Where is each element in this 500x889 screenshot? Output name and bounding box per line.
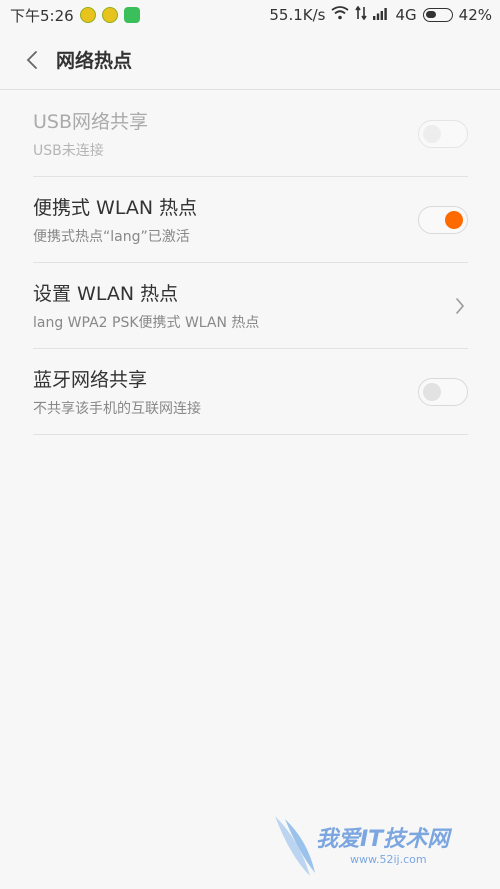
toggle-knob	[445, 210, 463, 229]
battery-icon	[422, 8, 453, 22]
portable-hotspot-toggle[interactable]	[418, 205, 468, 234]
status-right: 55.1K/s 4G 42%	[269, 5, 492, 24]
watermark-text: 我爱IT技术网	[316, 827, 450, 852]
signal-icon	[373, 6, 389, 24]
app-notification-icon	[101, 7, 118, 23]
row-title: 便携式 WLAN 热点	[33, 197, 198, 219]
network-type: 4G	[395, 6, 417, 24]
row-title: USB网络共享	[33, 111, 149, 133]
data-transfer-icon	[355, 5, 368, 24]
status-left: 下午5:26	[10, 5, 140, 26]
network-speed: 55.1K/s	[269, 6, 326, 24]
row-subtitle: 便携式热点“lang”已激活	[33, 229, 190, 245]
usb-tethering-toggle	[418, 119, 468, 148]
status-bar: 下午5:26 55.1K/s 4G 42%	[0, 0, 500, 30]
watermark-url: www.52ij.com	[350, 853, 427, 866]
battery-level: 42%	[458, 6, 492, 24]
chevron-right-icon	[452, 294, 468, 318]
toggle-knob	[423, 382, 441, 401]
row-title: 蓝牙网络共享	[33, 369, 148, 391]
bluetooth-tethering-row[interactable]: 蓝牙网络共享 不共享该手机的互联网连接	[33, 349, 468, 435]
toggle-knob	[423, 124, 441, 143]
app-notification-icon	[79, 7, 96, 23]
status-time: 下午5:26	[10, 6, 74, 25]
page-title: 网络热点	[56, 50, 133, 72]
chevron-left-icon	[26, 50, 37, 69]
android-notification-icon	[123, 7, 140, 23]
bluetooth-tethering-toggle[interactable]	[418, 377, 468, 406]
back-button[interactable]	[20, 45, 44, 75]
settings-list: USB网络共享 USB未连接 便携式 WLAN 热点 便携式热点“lang”已激…	[33, 91, 468, 435]
usb-tethering-row: USB网络共享 USB未连接	[33, 91, 468, 177]
row-subtitle: 不共享该手机的互联网连接	[33, 401, 201, 417]
row-subtitle: USB未连接	[33, 143, 104, 159]
watermark: 我爱IT技术网 www.52ij.com	[270, 811, 470, 881]
wifi-icon	[331, 6, 350, 24]
header: 网络热点	[0, 30, 500, 90]
row-title: 设置 WLAN 热点	[33, 283, 179, 305]
portable-hotspot-row[interactable]: 便携式 WLAN 热点 便携式热点“lang”已激活	[33, 177, 468, 263]
hotspot-settings-row[interactable]: 设置 WLAN 热点 lang WPA2 PSK便携式 WLAN 热点	[33, 263, 468, 349]
row-subtitle: lang WPA2 PSK便携式 WLAN 热点	[33, 315, 260, 331]
